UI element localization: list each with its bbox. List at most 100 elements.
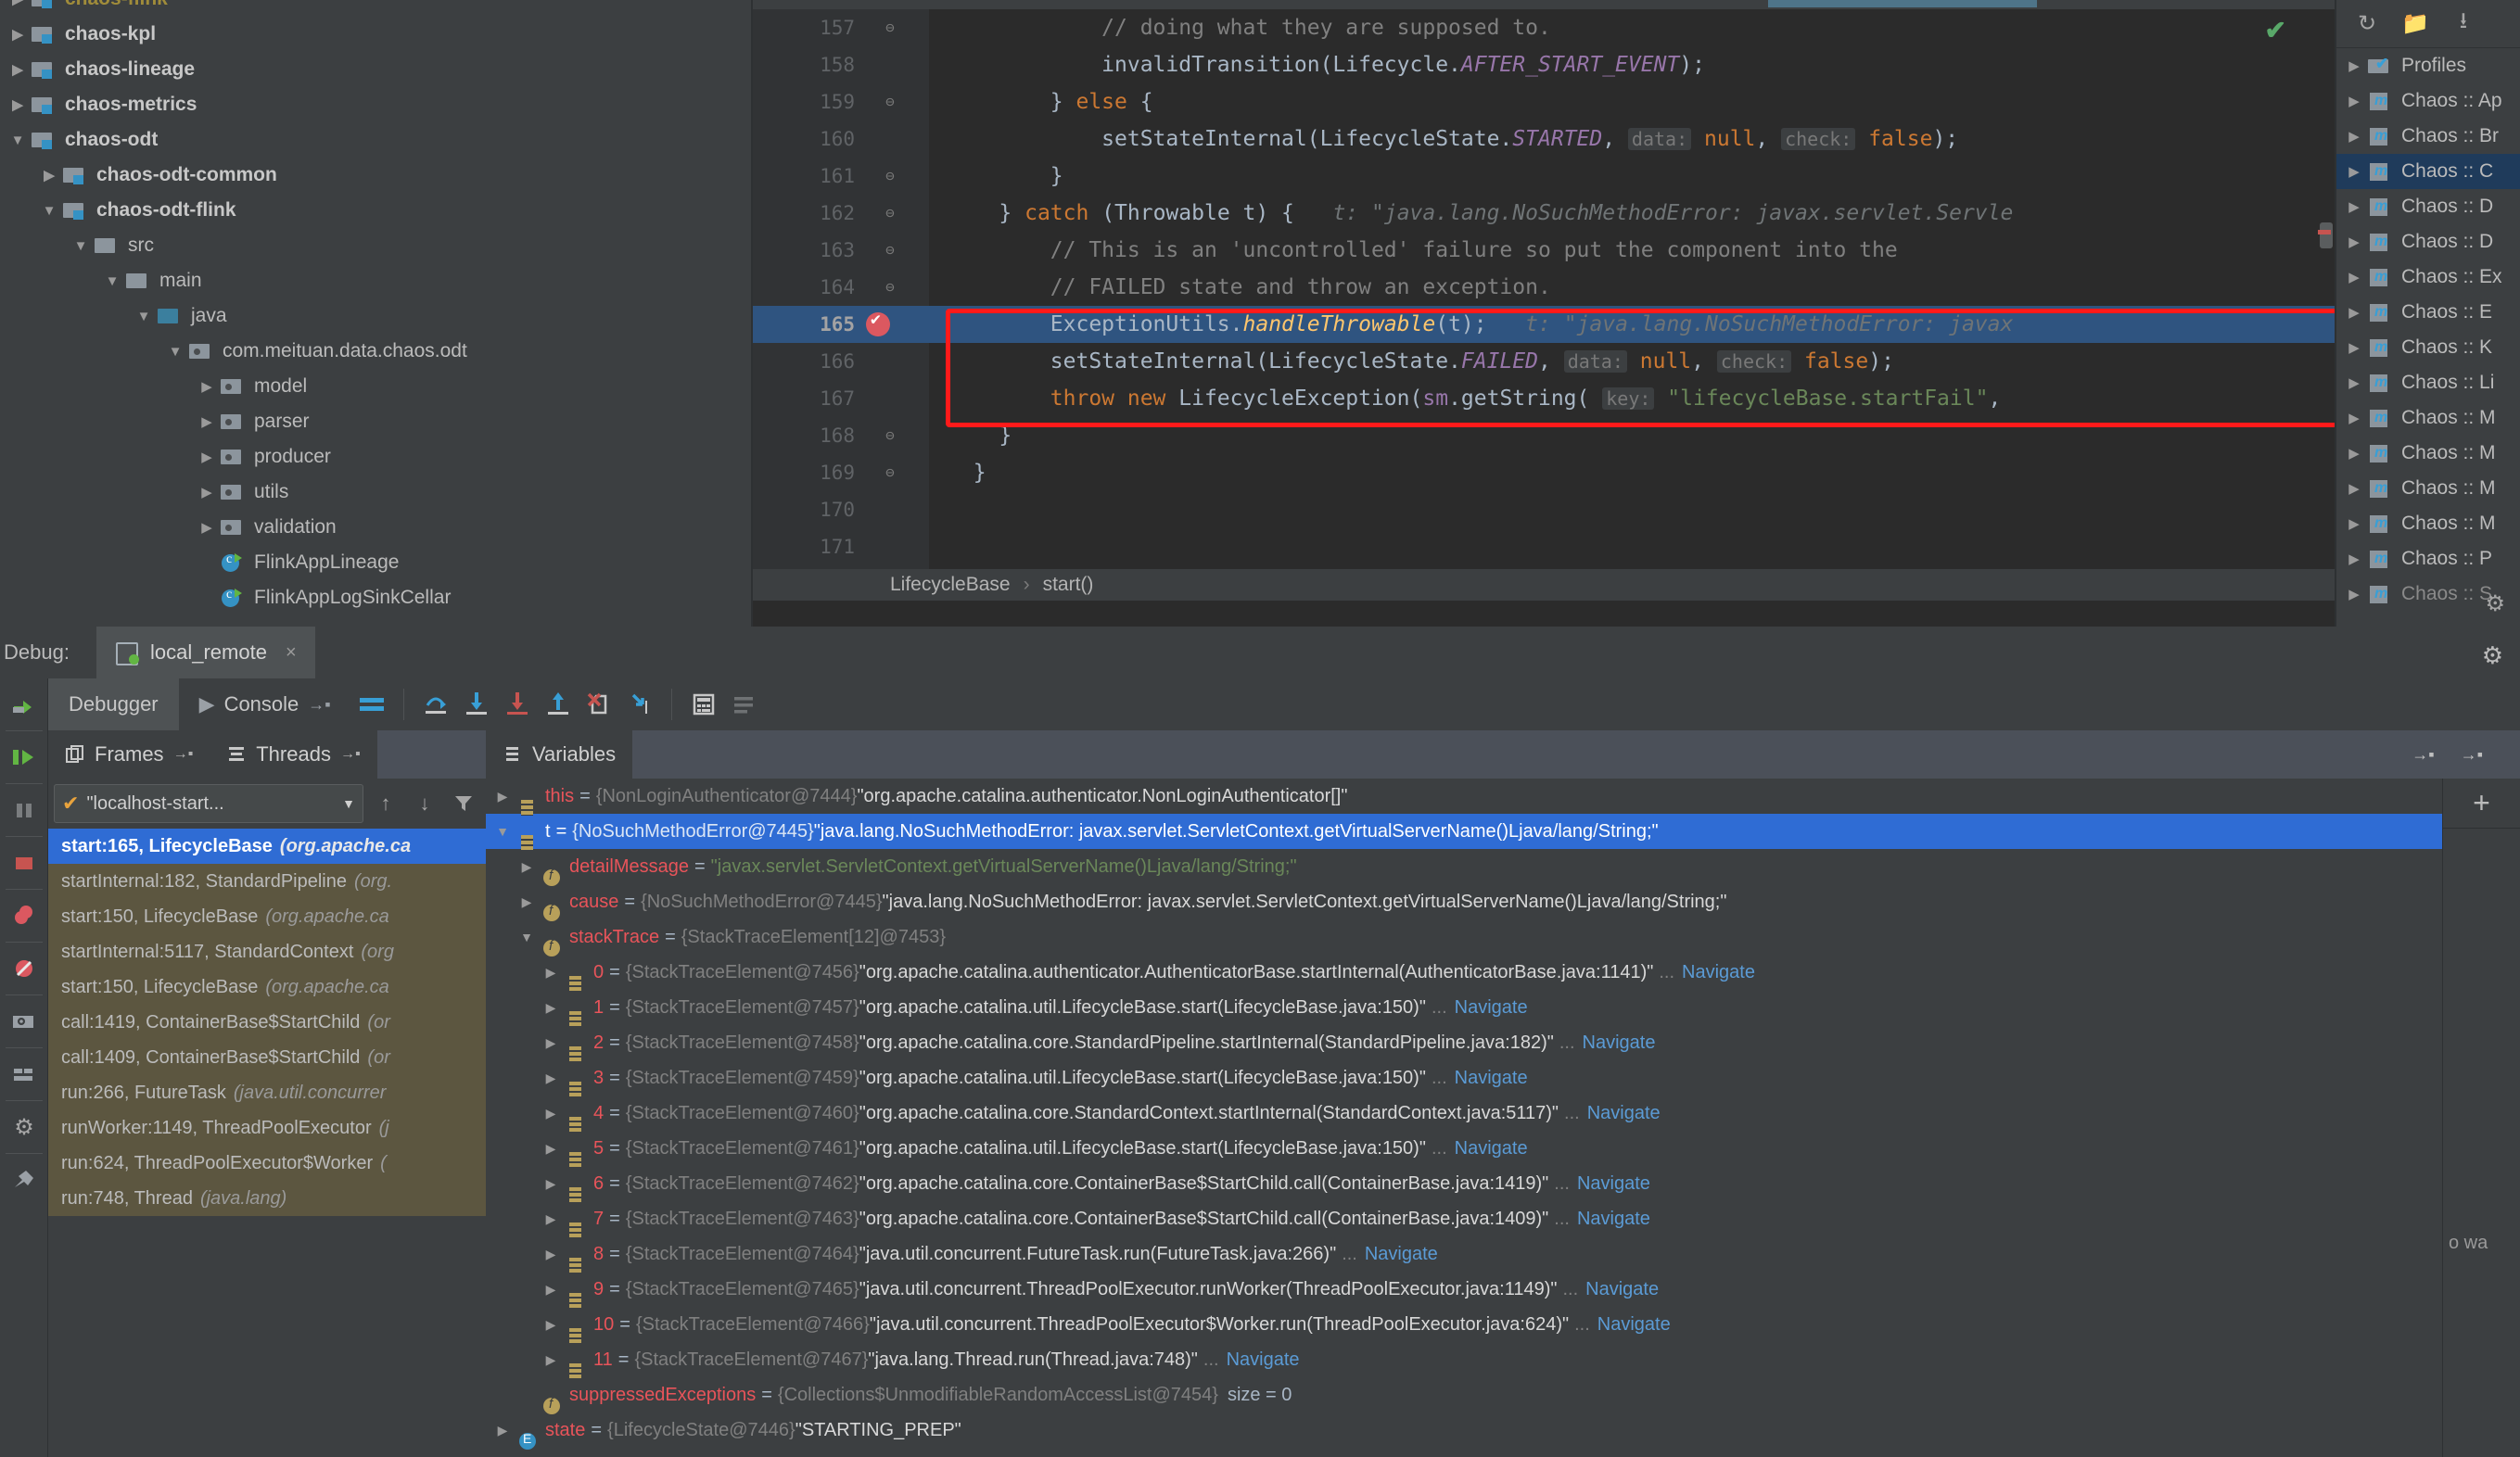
variable-row[interactable]: ▶ 7 = {StackTraceElement@7463} "org.apache.…	[486, 1201, 2442, 1238]
chevron-right-icon[interactable]: ▶	[2342, 515, 2366, 532]
variable-row[interactable]: ▶ 11 = {StackTraceElement@7467} "java.lang.…	[486, 1342, 2442, 1379]
move-up-icon[interactable]: ↑	[369, 784, 402, 823]
variable-row[interactable]: suppressedExceptions = {Collections$Unmodi…	[486, 1377, 2442, 1414]
maven-tree-node[interactable]: ▶ Chaos :: Li	[2336, 365, 2520, 400]
chevron-right-icon[interactable]: ▶	[514, 894, 540, 910]
variable-row[interactable]: ▶ 6 = {StackTraceElement@7462} "org.apache.…	[486, 1166, 2442, 1203]
step-out-icon[interactable]	[538, 678, 579, 730]
thread-selector-bar[interactable]: ✔ "localhost-start... ▼ ↑ ↓	[48, 779, 486, 829]
variable-row[interactable]: ▶ this = {NonLoginAuthenticator@7444} "org.…	[486, 779, 2442, 816]
chevron-down-icon[interactable]: ▼	[163, 344, 187, 360]
chevron-down-icon[interactable]: ▼	[342, 796, 355, 811]
frame-row[interactable]: start:165, LifecycleBase (org.apache.ca	[48, 829, 486, 864]
chevron-right-icon[interactable]: ▶	[538, 1282, 564, 1298]
frame-row[interactable]: call:1419, ContainerBase$StartChild (or	[48, 1005, 486, 1040]
chevron-right-icon[interactable]: ▶	[2342, 128, 2366, 145]
maven-tree-node[interactable]: ▶ Chaos :: M	[2336, 471, 2520, 506]
gear-icon[interactable]: ⚙	[2485, 590, 2505, 617]
evaluate-expression-icon[interactable]	[683, 678, 724, 730]
error-stripe-marker[interactable]	[2318, 230, 2331, 234]
inspection-ok-icon[interactable]: ✔	[2265, 15, 2286, 45]
threads-popout-icon[interactable]: →▪	[340, 746, 361, 763]
code-fold-icon[interactable]: ⊖	[881, 232, 899, 269]
navigate-link[interactable]: Navigate	[1583, 1033, 1656, 1054]
breakpoint-icon[interactable]	[866, 310, 890, 336]
maven-tree-node[interactable]: ▶ Chaos :: K	[2336, 330, 2520, 365]
watches-popout-icon[interactable]: →▪	[2461, 745, 2520, 765]
chevron-right-icon[interactable]: ▶	[195, 413, 219, 430]
add-watch-button[interactable]: +	[2443, 779, 2520, 829]
maven-tree-node[interactable]: ▶ Chaos :: D	[2336, 189, 2520, 224]
frame-row[interactable]: runWorker:1149, ThreadPoolExecutor (j	[48, 1110, 486, 1146]
chevron-right-icon[interactable]: ▶	[538, 1035, 564, 1051]
debugger-toolbar[interactable]: Debugger ▶ Console →▪	[48, 678, 2520, 730]
tree-node-java[interactable]: ▼ java	[0, 298, 753, 334]
code-line[interactable]: 169 ⊖ }	[753, 454, 2336, 491]
code-fold-icon[interactable]: ⊖	[881, 158, 899, 195]
pause-icon[interactable]	[0, 784, 48, 836]
tab-debugger[interactable]: Debugger	[48, 678, 179, 730]
code-line[interactable]: 171	[753, 528, 2336, 565]
tree-node-src[interactable]: ▼ src	[0, 228, 753, 263]
variable-row[interactable]: ▶ 8 = {StackTraceElement@7464} "java.util.c…	[486, 1236, 2442, 1273]
code-fold-icon[interactable]: ⊖	[881, 417, 899, 454]
debug-left-toolbar[interactable]: ⚙	[0, 627, 48, 1457]
resume-program-icon[interactable]	[0, 678, 48, 730]
breadcrumb-class[interactable]: LifecycleBase	[890, 574, 1011, 596]
tree-node-chaos-metrics[interactable]: ▶ chaos-metrics	[0, 87, 753, 122]
code-fold-icon[interactable]: ⊖	[881, 9, 899, 46]
chevron-down-icon[interactable]: ▼	[6, 133, 30, 148]
show-execution-point-icon[interactable]	[351, 678, 392, 730]
maven-tree-node[interactable]: ▶ Chaos :: E	[2336, 295, 2520, 330]
variables-header[interactable]: Variables →▪ →▪	[486, 730, 2520, 779]
settings-icon[interactable]: ⚙	[0, 1101, 48, 1153]
code-fold-icon[interactable]: ⊖	[881, 83, 899, 120]
active-editor-tab-marker[interactable]	[1768, 0, 2037, 7]
navigate-link[interactable]: Navigate	[1455, 997, 1528, 1019]
maven-toolbar[interactable]: ↻ 📁 ⭳	[2336, 0, 2520, 48]
close-icon[interactable]: ×	[286, 642, 297, 664]
navigate-link[interactable]: Navigate	[1365, 1244, 1438, 1265]
chevron-right-icon[interactable]: ▶	[538, 1071, 564, 1086]
chevron-down-icon[interactable]: ▼	[132, 309, 156, 324]
chevron-right-icon[interactable]: ▶	[6, 26, 30, 43]
run-icon[interactable]	[0, 731, 48, 783]
chevron-right-icon[interactable]: ▶	[195, 484, 219, 500]
code-fold-icon[interactable]: ⊖	[881, 454, 899, 491]
step-into-icon[interactable]	[456, 678, 497, 730]
code-fold-icon[interactable]: ⊖	[881, 269, 899, 306]
variable-row[interactable]: ▶ 1 = {StackTraceElement@7457} "org.apache.…	[486, 990, 2442, 1027]
navigate-link[interactable]: Navigate	[1682, 962, 1755, 983]
variable-row[interactable]: ▶ 2 = {StackTraceElement@7458} "org.apache.…	[486, 1025, 2442, 1062]
chevron-right-icon[interactable]: ▶	[490, 789, 515, 805]
code-fold-icon[interactable]: ⊖	[881, 195, 899, 232]
maven-tree-node[interactable]: ▶ Chaos :: M	[2336, 400, 2520, 436]
chevron-right-icon[interactable]: ▶	[538, 1141, 564, 1157]
drop-frame-icon[interactable]	[579, 678, 619, 730]
chevron-right-icon[interactable]: ▶	[2342, 480, 2366, 497]
chevron-right-icon[interactable]: ▶	[195, 519, 219, 536]
reimport-projects-icon[interactable]: 📁	[2401, 10, 2429, 38]
thread-selector[interactable]: ✔ "localhost-start... ▼	[54, 784, 363, 823]
breadcrumb-method[interactable]: start()	[1043, 574, 1094, 596]
variable-row[interactable]: ▼ t = {NoSuchMethodError@7445} "java.lang.N…	[486, 814, 2442, 851]
editor-tab-bar[interactable]	[753, 0, 2336, 9]
chevron-right-icon[interactable]: ▶	[2342, 198, 2366, 215]
chevron-right-icon[interactable]: ▶	[6, 61, 30, 78]
navigate-link[interactable]: Navigate	[1597, 1314, 1671, 1336]
chevron-right-icon[interactable]: ▶	[538, 1211, 564, 1227]
code-line[interactable]: 165 ExceptionUtils.handleThrowable(t); t…	[753, 306, 2336, 343]
frame-row[interactable]: start:150, LifecycleBase (org.apache.ca	[48, 969, 486, 1005]
variable-row[interactable]: ▶ 10 = {StackTraceElement@7466} "java.util.…	[486, 1307, 2442, 1344]
mute-breakpoints-icon[interactable]	[0, 943, 48, 995]
chevron-down-icon[interactable]: ▼	[514, 930, 540, 944]
chevron-right-icon[interactable]: ▶	[6, 0, 30, 7]
pin-icon[interactable]	[0, 1154, 48, 1206]
navigate-link[interactable]: Navigate	[1585, 1279, 1659, 1300]
chevron-right-icon[interactable]: ▶	[2342, 410, 2366, 426]
tree-node-model[interactable]: ▶ model	[0, 369, 753, 404]
move-down-icon[interactable]: ↓	[408, 784, 441, 823]
tree-node-chaos-odt-common[interactable]: ▶ chaos-odt-common	[0, 158, 753, 193]
frame-row[interactable]: start:150, LifecycleBase (org.apache.ca	[48, 899, 486, 934]
chevron-right-icon[interactable]: ▶	[2342, 339, 2366, 356]
